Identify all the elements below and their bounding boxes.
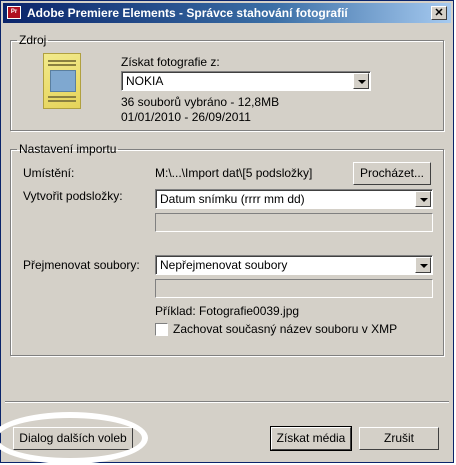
chevron-down-icon[interactable]: [353, 73, 369, 89]
rename-dropdown[interactable]: Nepřejmenovat soubory: [155, 255, 433, 275]
subfolders-label: Vytvořit podsložky:: [23, 189, 123, 203]
keep-name-checkbox[interactable]: [155, 323, 168, 336]
cancel-button[interactable]: Zrušit: [359, 427, 439, 450]
rename-label: Přejmenovat soubory:: [23, 258, 140, 272]
location-value: M:\...\Import dat\[5 podsložky]: [155, 166, 313, 180]
example-label: Příklad:: [155, 304, 196, 318]
device-dropdown[interactable]: NOKIA: [121, 71, 371, 91]
date-range: 01/01/2010 - 26/09/2011: [121, 110, 251, 124]
window-title: Adobe Premiere Elements - Správce stahov…: [27, 6, 348, 20]
source-legend: Zdroj: [19, 33, 47, 47]
get-media-button[interactable]: Získat média: [270, 426, 352, 451]
rename-name-field: [155, 279, 433, 298]
subfolders-dropdown-value: Datum snímku (rrrr mm dd): [160, 192, 305, 206]
chevron-down-icon[interactable]: [415, 257, 431, 273]
device-dropdown-value: NOKIA: [126, 74, 164, 88]
device-thumbnail: [43, 53, 81, 109]
chevron-down-icon[interactable]: [415, 191, 431, 207]
subfolders-dropdown[interactable]: Datum snímku (rrrr mm dd): [155, 189, 433, 209]
download-dialog: Pr Adobe Premiere Elements - Správce sta…: [0, 0, 454, 463]
import-settings-legend: Nastavení importu: [19, 142, 117, 156]
rename-dropdown-value: Nepřejmenovat soubory: [160, 258, 288, 272]
premiere-app-icon: Pr: [7, 6, 21, 19]
location-label: Umístění:: [23, 166, 75, 180]
footer-separator: [5, 401, 449, 403]
title-bar[interactable]: Pr Adobe Premiere Elements - Správce sta…: [3, 3, 451, 23]
close-icon[interactable]: ✕: [431, 6, 447, 20]
selection-summary: 36 souborů vybráno - 12,8MB: [121, 95, 280, 109]
get-photos-label: Získat fotografie z:: [121, 55, 220, 69]
example-value: Fotografie0039.jpg: [199, 304, 300, 318]
subfolder-name-field: [155, 213, 433, 232]
browse-button[interactable]: Procházet...: [353, 162, 431, 185]
keep-name-label: Zachovat současný název souboru v XMP: [173, 322, 398, 336]
